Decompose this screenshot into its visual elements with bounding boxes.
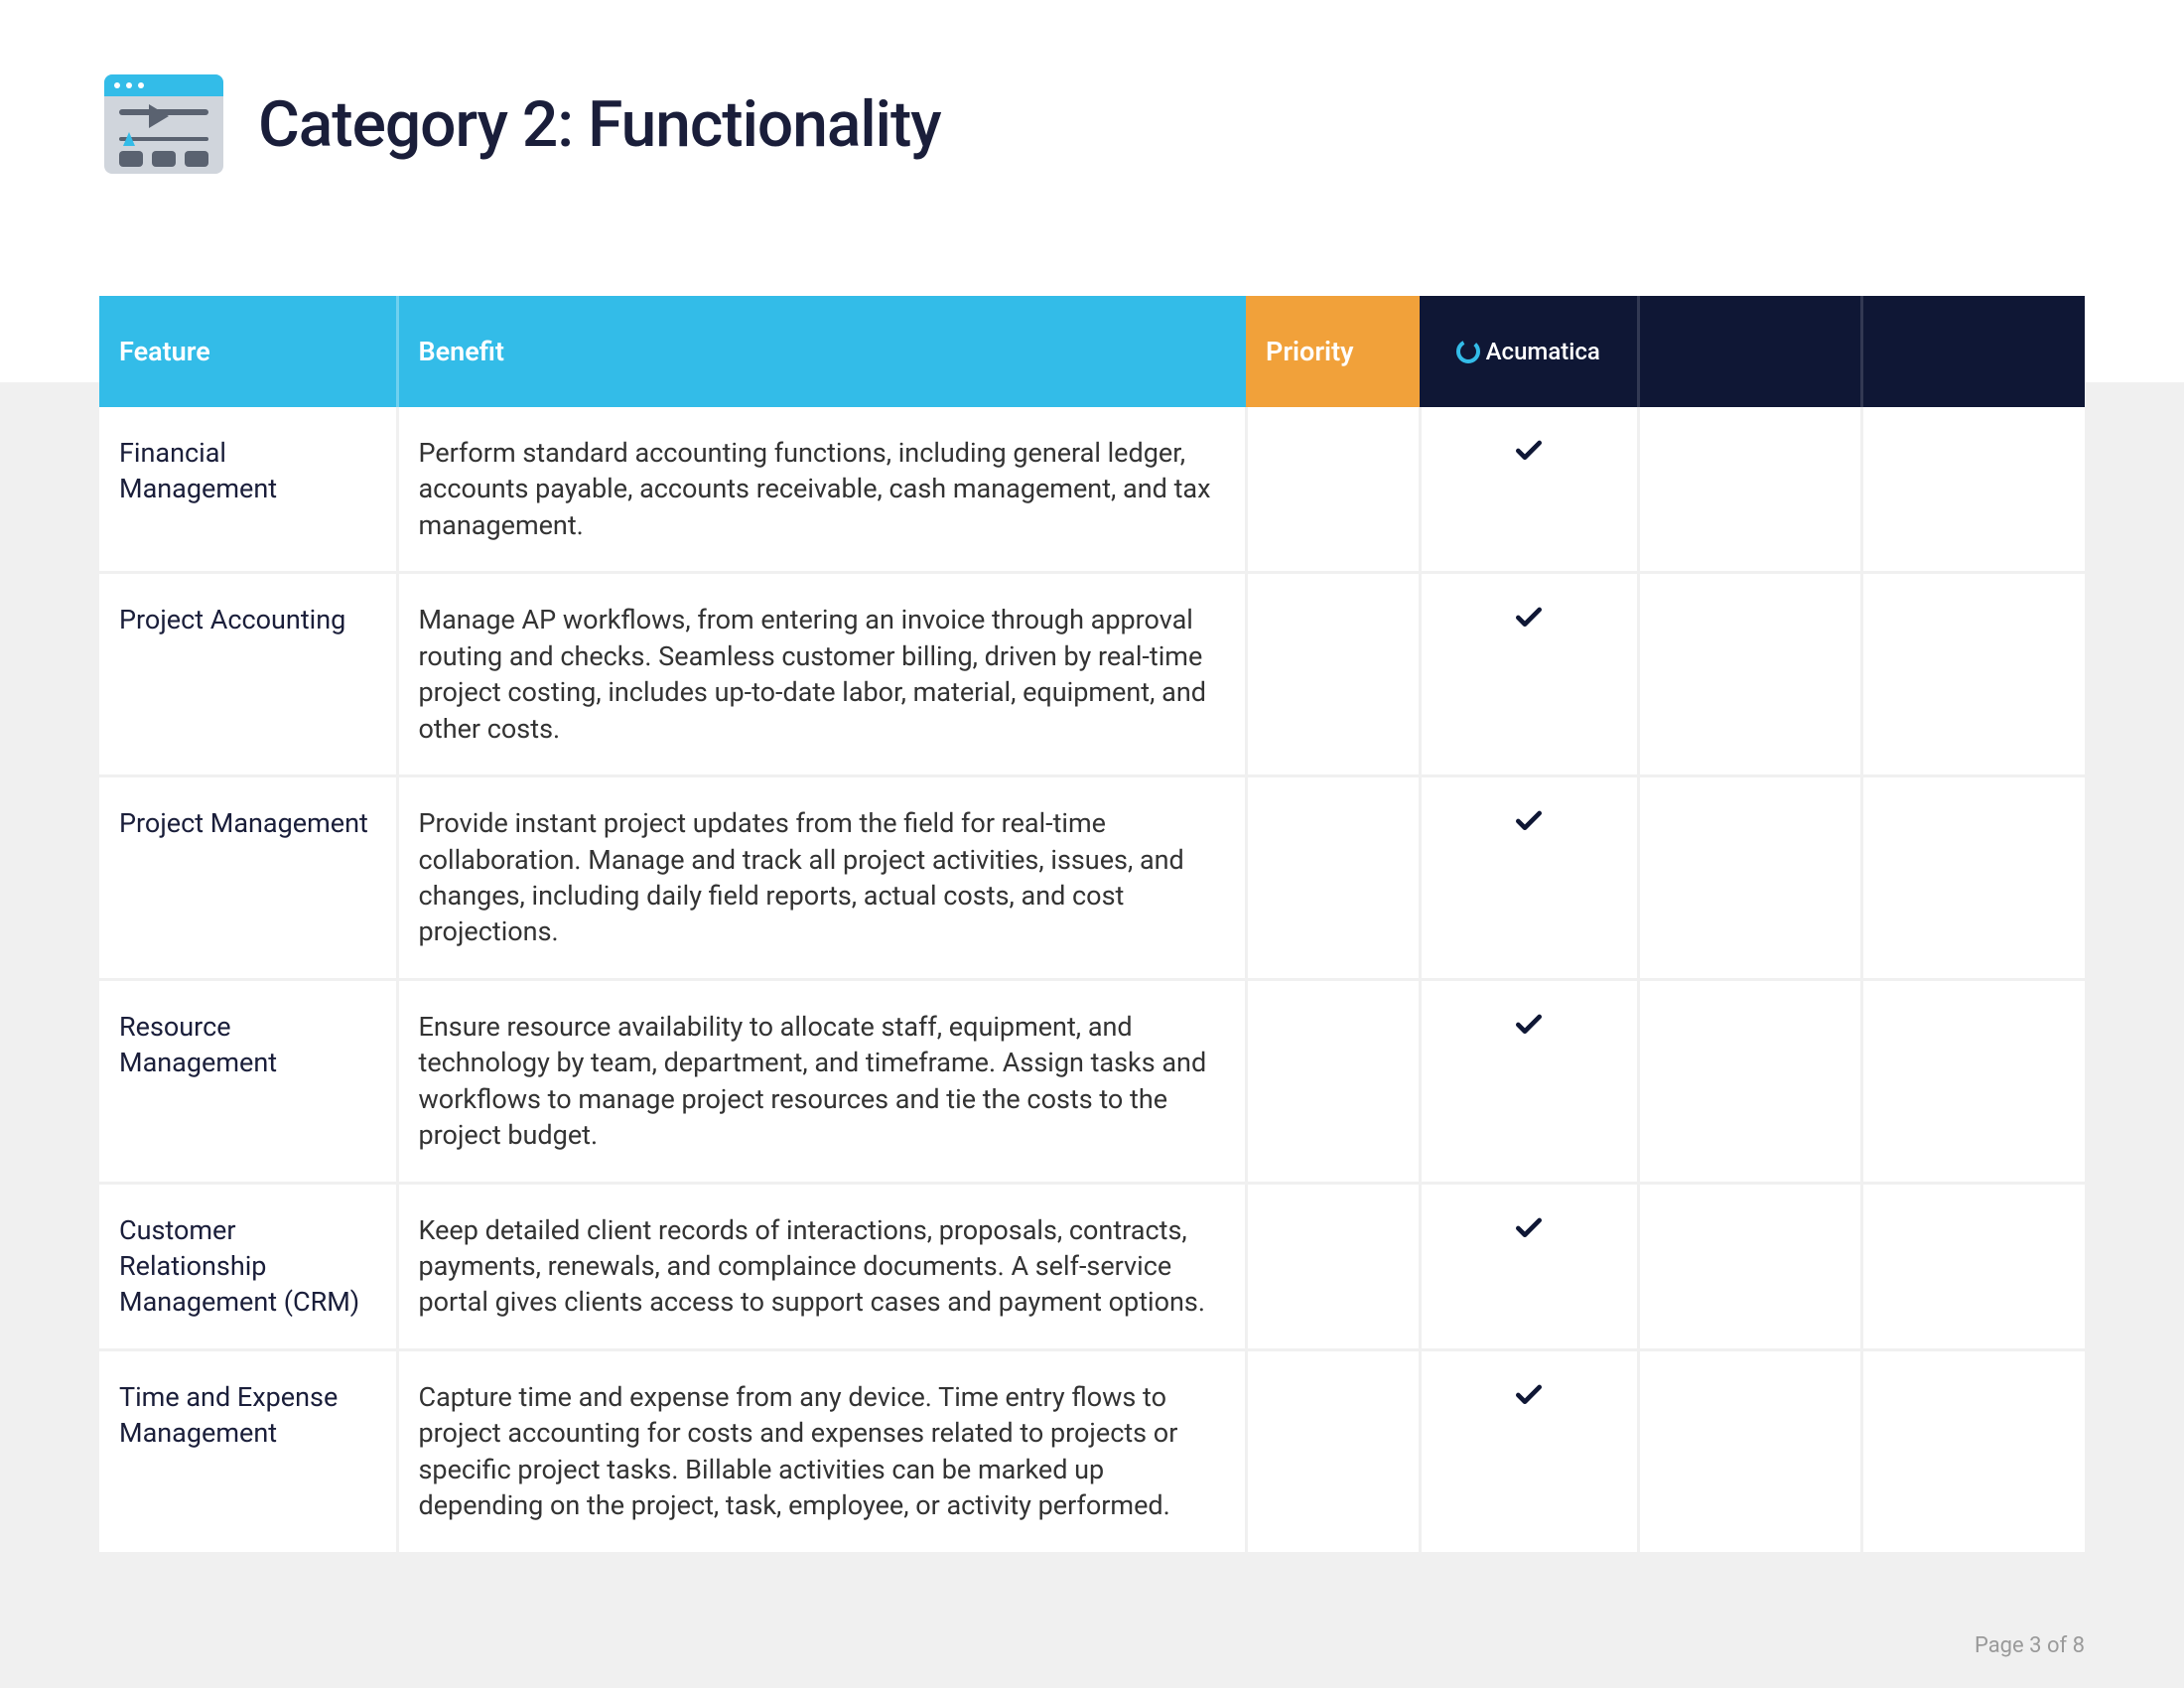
- page-title: Category 2: Functionality: [258, 87, 941, 162]
- cell-vendor-2: [1638, 979, 1861, 1183]
- cell-feature: Project Accounting: [99, 573, 397, 776]
- acumatica-logo-icon: [1456, 340, 1480, 363]
- comparison-table: Feature Benefit Priority Acumatica Finan…: [99, 296, 2085, 1555]
- cell-benefit: Capture time and expense from any device…: [397, 1349, 1246, 1553]
- cell-vendor-3: [1861, 1349, 2085, 1553]
- cell-vendor-3: [1861, 979, 2085, 1183]
- check-icon: [1513, 1379, 1545, 1411]
- cell-vendor-acumatica: [1420, 1349, 1638, 1553]
- cell-benefit: Perform standard accounting functions, i…: [397, 407, 1246, 573]
- cell-feature: Time and Expense Management: [99, 1349, 397, 1553]
- category-icon: [99, 70, 228, 179]
- cell-vendor-acumatica: [1420, 979, 1638, 1183]
- cell-vendor-3: [1861, 776, 2085, 980]
- check-icon: [1513, 602, 1545, 633]
- cell-priority: [1246, 407, 1420, 573]
- header-benefit: Benefit: [397, 296, 1246, 407]
- cell-feature: Financial Management: [99, 407, 397, 573]
- check-icon: [1513, 1009, 1545, 1041]
- header-vendor-2: [1638, 296, 1861, 407]
- cell-vendor-2: [1638, 1349, 1861, 1553]
- cell-vendor-acumatica: [1420, 573, 1638, 776]
- cell-vendor-3: [1861, 407, 2085, 573]
- cell-benefit: Provide instant project updates from the…: [397, 776, 1246, 980]
- table-row: Time and Expense ManagementCapture time …: [99, 1349, 2085, 1553]
- vendor-label: Acumatica: [1486, 338, 1600, 365]
- header-vendor-3: [1861, 296, 2085, 407]
- cell-vendor-3: [1861, 1183, 2085, 1349]
- cell-priority: [1246, 1349, 1420, 1553]
- cell-priority: [1246, 573, 1420, 776]
- table-header-row: Feature Benefit Priority Acumatica: [99, 296, 2085, 407]
- page-footer: Page 3 of 8: [1975, 1633, 2085, 1658]
- cell-priority: [1246, 776, 1420, 980]
- check-icon: [1513, 435, 1545, 467]
- cell-priority: [1246, 979, 1420, 1183]
- table-row: Resource ManagementEnsure resource avail…: [99, 979, 2085, 1183]
- table-row: Project ManagementProvide instant projec…: [99, 776, 2085, 980]
- header-priority: Priority: [1246, 296, 1420, 407]
- cell-vendor-acumatica: [1420, 407, 1638, 573]
- cell-vendor-2: [1638, 573, 1861, 776]
- cell-vendor-2: [1638, 1183, 1861, 1349]
- check-icon: [1513, 1212, 1545, 1244]
- table-row: Financial ManagementPerform standard acc…: [99, 407, 2085, 573]
- cell-vendor-3: [1861, 573, 2085, 776]
- cell-feature: Resource Management: [99, 979, 397, 1183]
- page-header: Category 2: Functionality: [99, 70, 2085, 179]
- cell-feature: Project Management: [99, 776, 397, 980]
- cell-vendor-2: [1638, 407, 1861, 573]
- table-row: Customer Relationship Management (CRM)Ke…: [99, 1183, 2085, 1349]
- cell-benefit: Ensure resource availability to allocate…: [397, 979, 1246, 1183]
- header-feature: Feature: [99, 296, 397, 407]
- cell-benefit: Keep detailed client records of interact…: [397, 1183, 1246, 1349]
- cell-benefit: Manage AP workflows, from entering an in…: [397, 573, 1246, 776]
- cell-vendor-acumatica: [1420, 1183, 1638, 1349]
- cell-vendor-acumatica: [1420, 776, 1638, 980]
- cell-vendor-2: [1638, 776, 1861, 980]
- header-vendor-acumatica: Acumatica: [1420, 296, 1638, 407]
- check-icon: [1513, 805, 1545, 837]
- table-row: Project AccountingManage AP workflows, f…: [99, 573, 2085, 776]
- cell-priority: [1246, 1183, 1420, 1349]
- comparison-table-container: Feature Benefit Priority Acumatica Finan…: [99, 296, 2085, 1555]
- cell-feature: Customer Relationship Management (CRM): [99, 1183, 397, 1349]
